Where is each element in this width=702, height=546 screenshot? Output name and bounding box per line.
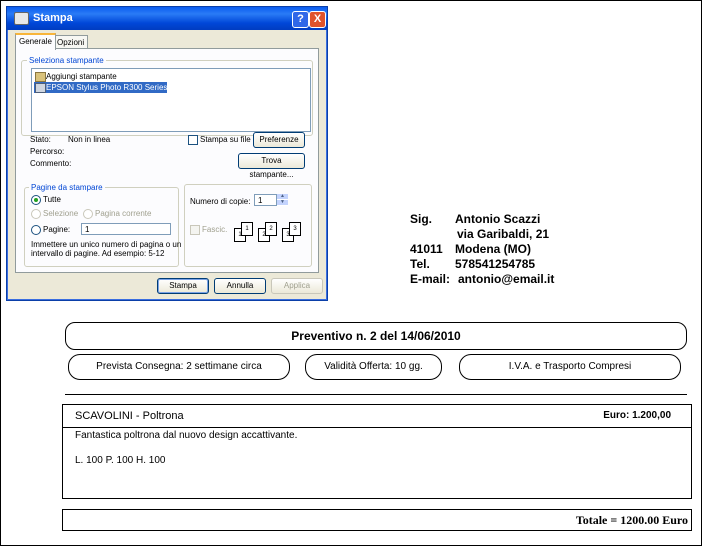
pages-radio[interactable] — [31, 225, 41, 235]
address-line: Sig. Antonio Scazzi — [410, 212, 554, 227]
print-to-file-checkbox[interactable] — [188, 135, 198, 145]
path-label: Percorso: — [30, 147, 65, 156]
current-page-label: Pagina corrente — [95, 209, 152, 218]
item-description: Fantastica poltrona dal nuovo design acc… — [75, 430, 298, 441]
vat-badge: I.V.A. e Trasporto Compresi — [459, 354, 681, 380]
salutation: Sig. — [410, 212, 433, 226]
printer-label: Aggiungi stampante — [46, 72, 117, 81]
delivery-badge: Prevista Consegna: 2 settimane circa — [68, 354, 290, 380]
find-printer-button[interactable]: Trova stampante... — [238, 153, 305, 179]
print-button[interactable]: Stampa — [157, 278, 209, 294]
validity-badge: Validità Offerta: 10 gg. — [305, 354, 442, 380]
spin-down-icon[interactable]: ▼ — [277, 200, 288, 206]
print-to-file-label: Stampa su file — [200, 135, 251, 144]
email-label: E-mail: — [410, 272, 451, 286]
status-value: Non in linea — [68, 135, 111, 144]
all-pages-radio[interactable] — [31, 195, 41, 205]
zip-code: 41011 — [410, 242, 443, 256]
pages-input[interactable]: 1 — [81, 223, 171, 235]
current-page-radio[interactable] — [83, 209, 93, 219]
item-header: SCAVOLINI - Poltrona Euro: 1.200,00 — [63, 405, 691, 428]
collate-label: Fascic. — [202, 225, 228, 234]
address-line: 41011 Modena (MO) — [410, 242, 554, 257]
copies-label: Numero di copie: — [190, 197, 251, 206]
tel-label: Tel. — [410, 257, 430, 271]
tab-opzioni[interactable]: Opzioni — [53, 35, 89, 49]
customer-name: Antonio Scazzi — [455, 212, 541, 226]
comment-label: Commento: — [30, 159, 72, 168]
total-amount: Totale = 1200.00 Euro — [575, 513, 688, 527]
collate-page-icon: 3 — [289, 222, 301, 236]
all-pages-label: Tutte — [43, 195, 61, 204]
printer-icon — [14, 12, 29, 25]
pages-hint: Immettere un unico numero di pagina o un — [31, 240, 182, 249]
collate-page-icon: 2 — [265, 222, 277, 236]
address-street: via Garibaldi, 21 — [457, 227, 550, 241]
printer-icon — [35, 83, 46, 93]
address-line: Tel. 578541254785 — [410, 257, 554, 272]
dialog-title: Stampa — [33, 12, 73, 24]
preferences-button[interactable]: Preferenze — [253, 132, 305, 148]
status-label: Stato: — [30, 135, 51, 144]
add-printer-icon — [35, 72, 46, 82]
quote-item: SCAVOLINI - Poltrona Euro: 1.200,00 Fant… — [62, 404, 692, 499]
pages-label: Pagine: — [43, 225, 71, 234]
email-value: antonio@email.it — [458, 272, 555, 286]
pages-hint: intervallo di pagine. Ad esempio: 5-12 — [31, 249, 165, 258]
divider — [65, 394, 687, 395]
copies-spinner[interactable]: ▲ ▼ — [276, 194, 288, 206]
close-button[interactable]: X — [309, 11, 326, 28]
address-line: E-mail: antonio@email.it — [410, 272, 554, 287]
dialog-titlebar[interactable]: Stampa ? X — [7, 7, 327, 30]
collate-page-icon: 1 — [241, 222, 253, 236]
tab-generale[interactable]: Generale — [15, 33, 56, 50]
list-item[interactable]: Aggiungi stampante — [34, 71, 117, 82]
customer-address: Sig. Antonio Scazzi via Garibaldi, 21 410… — [410, 212, 554, 287]
city: Modena (MO) — [455, 242, 531, 256]
selection-label: Selezione — [43, 209, 79, 218]
cancel-button[interactable]: Annulla — [214, 278, 266, 294]
list-item[interactable]: EPSON Stylus Photo R300 Series — [34, 82, 168, 93]
print-dialog: Stampa ? X Opzioni Generale Seleziona st… — [6, 6, 328, 301]
printer-group-label: Seleziona stampante — [27, 56, 106, 65]
apply-button[interactable]: Applica — [271, 278, 323, 294]
collate-checkbox[interactable] — [190, 225, 200, 235]
selection-radio[interactable] — [31, 209, 41, 219]
tel-value: 578541254785 — [455, 257, 536, 271]
item-price: Euro: 1.200,00 — [603, 410, 671, 421]
item-name: SCAVOLINI - Poltrona — [75, 410, 184, 422]
total-box: Totale = 1200.00 Euro — [62, 509, 692, 531]
help-button[interactable]: ? — [292, 11, 309, 28]
printer-label: EPSON Stylus Photo R300 Series — [46, 83, 168, 92]
printer-list[interactable]: Aggiungi stampante EPSON Stylus Photo R3… — [31, 68, 311, 132]
pages-group-label: Pagine da stampare — [29, 183, 105, 192]
quote-title: Preventivo n. 2 del 14/06/2010 — [65, 322, 687, 350]
item-dimensions: L. 100 P. 100 H. 100 — [75, 455, 166, 466]
